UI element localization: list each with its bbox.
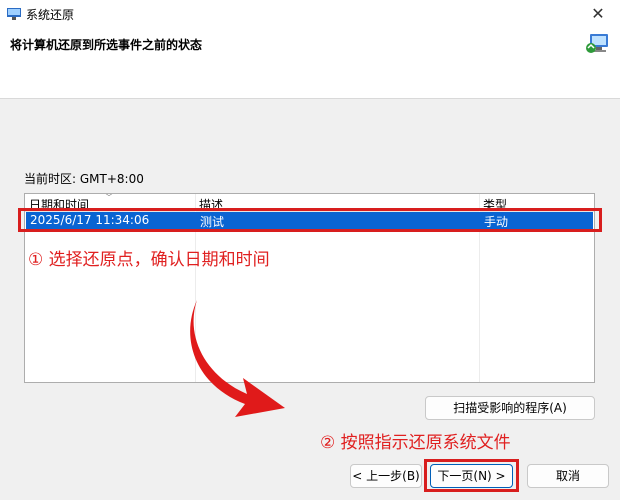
annotation-box-next	[424, 459, 519, 492]
restore-computer-icon	[586, 34, 608, 53]
annotation-step2: ② 按照指示还原系统文件	[320, 433, 511, 453]
window-title: 系统还原	[26, 8, 75, 22]
system-restore-icon	[7, 8, 21, 20]
sort-arrow-icon: ﹀	[105, 193, 113, 202]
cancel-button[interactable]: 取消	[527, 464, 609, 488]
annotation-box-restore-point	[18, 208, 602, 232]
annotation-step1: ① 选择还原点，确认日期和时间	[28, 250, 270, 270]
title-bar: 系统还原 ✕	[0, 0, 620, 28]
close-button[interactable]: ✕	[576, 0, 620, 28]
wizard-header: 将计算机还原到所选事件之前的状态	[0, 28, 620, 99]
timezone-label: 当前时区: GMT+8:00	[24, 172, 144, 186]
annotation-arrow-icon	[190, 300, 285, 417]
close-icon: ✕	[591, 4, 605, 23]
scan-affected-programs-button[interactable]: 扫描受影响的程序(A)	[425, 396, 595, 420]
back-button[interactable]: < 上一步(B)	[350, 464, 422, 488]
page-title: 将计算机还原到所选事件之前的状态	[10, 38, 203, 52]
